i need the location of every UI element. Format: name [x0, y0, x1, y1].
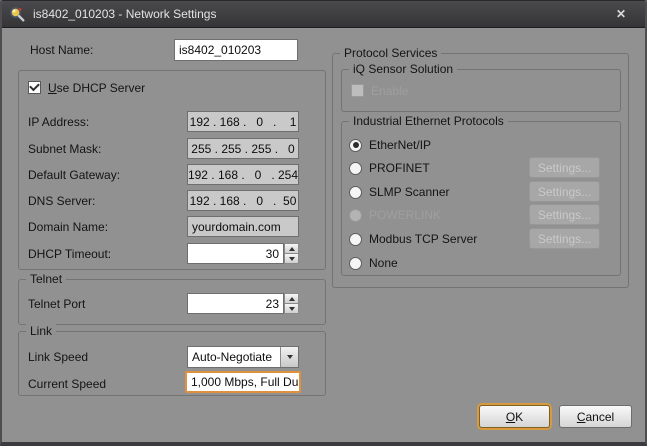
telnet-port-spinner [284, 293, 299, 314]
ip-address-field: 192 . 168 . 0 . 1 [187, 111, 299, 132]
host-name-input[interactable]: is8402_010203 [174, 39, 298, 61]
dhcp-timeout-label: DHCP Timeout: [28, 247, 111, 261]
arrow-down-icon[interactable] [284, 254, 299, 264]
iq-sensor-legend: iQ Sensor Solution [349, 62, 457, 76]
ok-button[interactable]: OK [479, 405, 550, 428]
radio-icon [349, 233, 362, 246]
domain-name-field: yourdomain.com [187, 216, 299, 237]
link-speed-dropdown[interactable]: Auto-Negotiate [187, 346, 299, 368]
telnet-legend: Telnet [26, 272, 66, 286]
radio-selected-icon [349, 139, 362, 152]
magnifier-icon [9, 6, 25, 22]
industrial-protocols-legend: Industrial Ethernet Protocols [349, 114, 508, 128]
current-speed-label: Current Speed [28, 377, 106, 391]
arrow-up-icon[interactable] [284, 243, 299, 254]
link-speed-label: Link Speed [28, 350, 88, 364]
radio-row-ethernet-ip[interactable]: EtherNet/IP [349, 138, 431, 152]
cancel-button[interactable]: Cancel [559, 405, 632, 428]
telnet-port-input[interactable]: 23 [187, 293, 284, 314]
arrow-down-icon[interactable] [284, 304, 299, 314]
radio-row-slmp-scanner[interactable]: SLMP Scanner [349, 185, 450, 199]
radio-row-modbus-tcp[interactable]: Modbus TCP Server [349, 232, 477, 246]
iq-enable-label: Enable [371, 84, 408, 98]
current-speed-field[interactable]: 1,000 Mbps, Full Dup [185, 371, 301, 393]
radio-disabled-icon [349, 209, 362, 222]
radio-row-powerlink: POWERLINK [349, 208, 441, 222]
dhcp-timeout-input[interactable]: 30 [187, 243, 284, 264]
radio-icon [349, 257, 362, 270]
subnet-mask-field: 255 . 255 . 255 . 0 [187, 138, 299, 159]
radio-icon [349, 186, 362, 199]
host-name-label: Host Name: [30, 43, 93, 57]
default-gateway-label: Default Gateway: [28, 168, 120, 182]
dns-server-label: DNS Server: [28, 194, 95, 208]
network-settings-dialog: is8402_010203 - Network Settings ✕ Host … [0, 0, 647, 446]
ip-address-label: IP Address: [28, 115, 89, 129]
default-gateway-field: 192 . 168 . 0 . 254 [187, 164, 299, 185]
iq-enable-checkbox [351, 84, 364, 97]
use-dhcp-checkbox[interactable] [28, 81, 41, 94]
titlebar: is8402_010203 - Network Settings ✕ [2, 1, 645, 28]
radio-row-profinet[interactable]: PROFINET [349, 161, 430, 175]
use-dhcp-label: Use DHCP Server [48, 81, 145, 95]
domain-name-label: Domain Name: [28, 220, 108, 234]
subnet-mask-label: Subnet Mask: [28, 142, 101, 156]
dhcp-timeout-spinner [284, 243, 299, 264]
profinet-settings-button: Settings... [529, 157, 600, 178]
check-icon [29, 81, 40, 92]
powerlink-settings-button: Settings... [529, 204, 600, 225]
radio-icon [349, 162, 362, 175]
radio-row-none[interactable]: None [349, 256, 398, 270]
window-title: is8402_010203 - Network Settings [33, 7, 216, 21]
protocol-services-legend: Protocol Services [340, 46, 441, 60]
slmp-settings-button: Settings... [529, 181, 600, 202]
dns-server-field: 192 . 168 . 0 . 50 [187, 190, 299, 211]
chevron-down-icon[interactable] [280, 347, 298, 367]
close-icon[interactable]: ✕ [607, 4, 635, 24]
telnet-port-label: Telnet Port [28, 297, 85, 311]
link-legend: Link [26, 324, 56, 338]
arrow-up-icon[interactable] [284, 293, 299, 304]
modbus-settings-button: Settings... [529, 228, 600, 249]
